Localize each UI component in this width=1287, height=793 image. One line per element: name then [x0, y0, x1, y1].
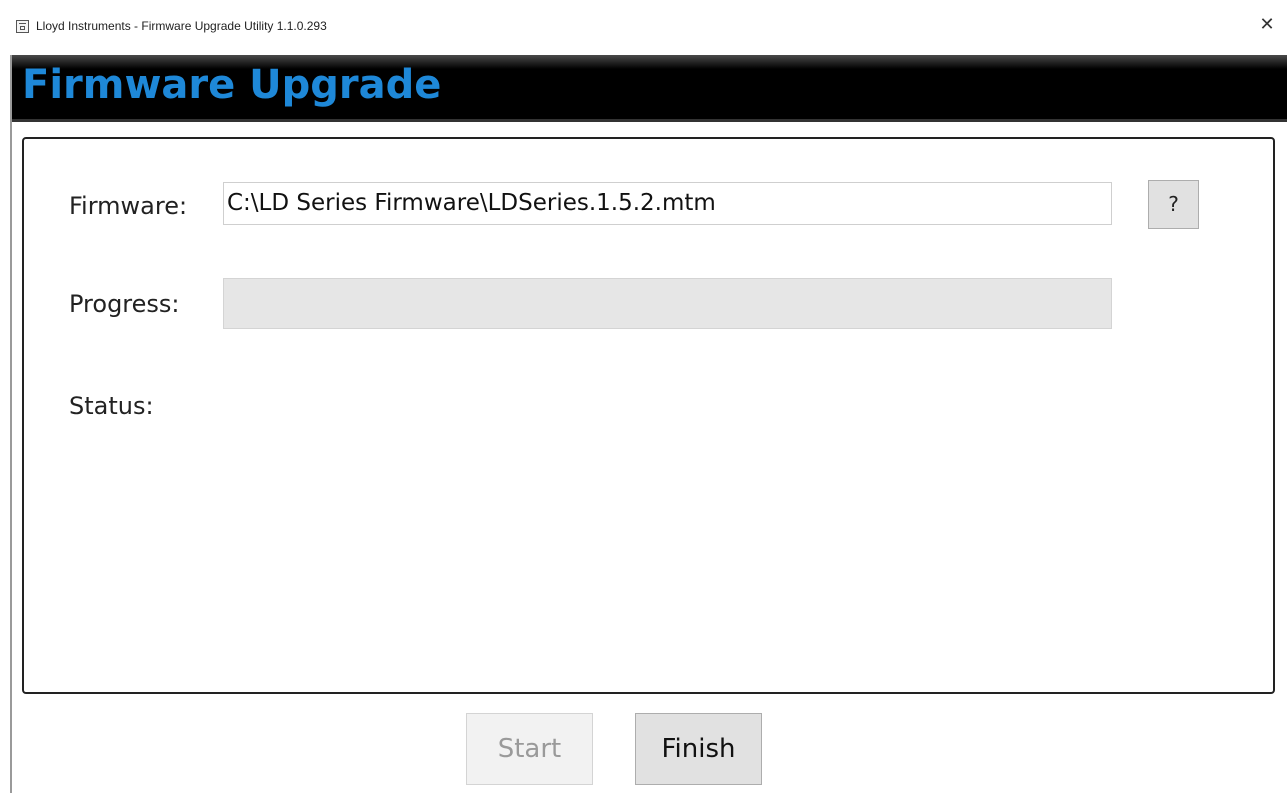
main-panel: Firmware: C:\LD Series Firmware\LDSeries…	[22, 137, 1275, 694]
status-label: Status:	[69, 392, 154, 420]
firmware-label: Firmware:	[69, 192, 188, 220]
window-title: Lloyd Instruments - Firmware Upgrade Uti…	[36, 19, 327, 33]
close-button[interactable]: ✕	[1253, 12, 1281, 38]
left-frame-border	[10, 55, 12, 793]
finish-button[interactable]: Finish	[635, 713, 762, 785]
progress-bar	[223, 278, 1112, 329]
page-title: Firmware Upgrade	[22, 62, 442, 108]
progress-label: Progress:	[69, 290, 180, 318]
app-window-icon	[16, 20, 29, 33]
firmware-upgrade-window: Lloyd Instruments - Firmware Upgrade Uti…	[0, 0, 1287, 793]
start-button[interactable]: Start	[466, 713, 593, 785]
title-bar: Lloyd Instruments - Firmware Upgrade Uti…	[0, 0, 1287, 50]
header-banner: Firmware Upgrade	[12, 55, 1287, 122]
help-button[interactable]: ?	[1148, 180, 1199, 229]
firmware-path-field[interactable]: C:\LD Series Firmware\LDSeries.1.5.2.mtm	[223, 182, 1112, 225]
